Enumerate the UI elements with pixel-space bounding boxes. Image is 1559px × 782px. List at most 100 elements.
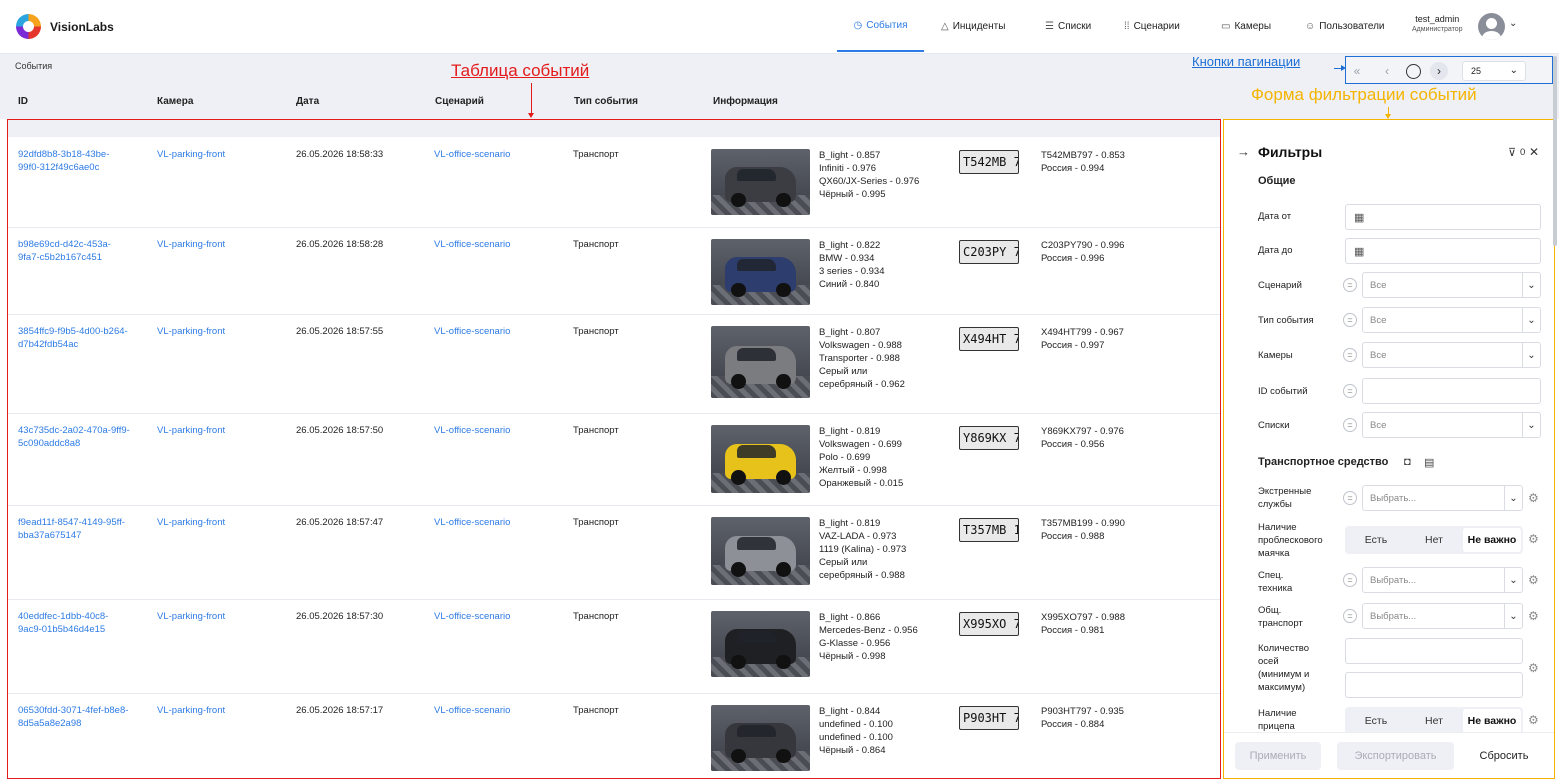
camera-link[interactable]: VL-parking-front	[157, 516, 225, 529]
avatar[interactable]	[1478, 13, 1505, 40]
user-info[interactable]: test_admin Администратор	[1412, 14, 1463, 33]
table-row[interactable]: 40eddfec-1dbb-40c8-9ac9-01b5b46d4e15 VL-p…	[8, 600, 1220, 694]
beacon-any-option[interactable]: Не важно	[1463, 528, 1521, 552]
axles-min-field[interactable]	[1345, 638, 1523, 664]
axles-max-field[interactable]	[1345, 672, 1523, 698]
nav-lists[interactable]: ☰ Списки	[1045, 0, 1091, 52]
scenario-link[interactable]: VL-office-scenario	[434, 610, 510, 623]
table-row[interactable]: b98e69cd-d42c-453a-9fa7-c5b2b167c451 VL-p…	[8, 228, 1220, 315]
operator-equals-icon[interactable]: =	[1343, 384, 1357, 398]
plate-image[interactable]: C203PY 790	[959, 240, 1019, 264]
current-page-indicator[interactable]	[1406, 64, 1421, 79]
scenario-link[interactable]: VL-office-scenario	[434, 325, 510, 338]
scenario-link[interactable]: VL-office-scenario	[434, 704, 510, 717]
table-row[interactable]: 06530fdd-3071-4fef-b8e8-8d5a5a8e2a98 VL-p…	[8, 694, 1220, 778]
emergency-select[interactable]: Выбрать... ⌄	[1362, 485, 1523, 511]
table-row[interactable]: f9ead11f-8547-4149-95ff-bba37a675147 VL-p…	[8, 506, 1220, 600]
nav-incidents[interactable]: △ Инциденты	[941, 0, 1005, 52]
operator-equals-icon[interactable]: =	[1343, 609, 1357, 623]
vehicle-image[interactable]	[711, 611, 810, 677]
lists-select[interactable]: Все ⌄	[1362, 412, 1541, 438]
operator-equals-icon[interactable]: =	[1343, 348, 1357, 362]
gear-icon[interactable]: ⚙	[1528, 610, 1540, 622]
scenario-link[interactable]: VL-office-scenario	[434, 238, 510, 251]
page-scrollbar[interactable]	[1553, 56, 1557, 246]
date-to-field[interactable]: ▦	[1345, 238, 1541, 264]
event-id-link[interactable]: 3854ffc9-f9b5-4d00-b264-d7b42fdb54ac	[18, 325, 130, 351]
gear-icon[interactable]: ⚙	[1528, 533, 1540, 545]
event-id-link[interactable]: b98e69cd-d42c-453a-9fa7-c5b2b167c451	[18, 238, 130, 264]
event-id-link[interactable]: 40eddfec-1dbb-40c8-9ac9-01b5b46d4e15	[18, 610, 130, 636]
plate-image[interactable]: P903HT 797	[959, 706, 1019, 730]
scenario-link[interactable]: VL-office-scenario	[434, 148, 510, 161]
nav-scenarios[interactable]: ⁞⁞ Сценарии	[1124, 0, 1180, 52]
column-header-id[interactable]: ID	[18, 96, 28, 107]
reset-button[interactable]: Сбросить	[1469, 742, 1539, 770]
scenario-link[interactable]: VL-office-scenario	[434, 424, 510, 437]
plate-image[interactable]: Y869KX 797	[959, 426, 1019, 450]
vehicle-image[interactable]	[711, 239, 810, 305]
breadcrumb[interactable]: События	[15, 61, 52, 71]
scenario-link[interactable]: VL-office-scenario	[434, 516, 510, 529]
operator-equals-icon[interactable]: =	[1343, 313, 1357, 327]
plate-image[interactable]: T542MB 799	[959, 150, 1019, 174]
event-ids-field[interactable]	[1362, 378, 1541, 404]
camera-link[interactable]: VL-parking-front	[157, 610, 225, 623]
plate-image[interactable]: X995XO 797	[959, 612, 1019, 636]
operator-equals-icon[interactable]: =	[1343, 278, 1357, 292]
event-type-select[interactable]: Все ⌄	[1362, 307, 1541, 333]
event-id-link[interactable]: 06530fdd-3071-4fef-b8e8-8d5a5a8e2a98	[18, 704, 130, 730]
camera-icon[interactable]: ◘	[1404, 456, 1411, 468]
public-transport-select[interactable]: Выбрать... ⌄	[1362, 603, 1523, 629]
operator-equals-icon[interactable]: =	[1343, 491, 1357, 505]
beacon-yes-option[interactable]: Есть	[1347, 528, 1405, 552]
gear-icon[interactable]: ⚙	[1528, 574, 1540, 586]
camera-link[interactable]: VL-parking-front	[157, 704, 225, 717]
beacon-no-option[interactable]: Нет	[1405, 528, 1463, 552]
apply-button[interactable]: Применить	[1235, 742, 1321, 770]
export-button[interactable]: Экспортировать	[1337, 742, 1454, 770]
page-size-select[interactable]: 25 ⌄	[1462, 61, 1526, 81]
column-header-date[interactable]: Дата	[296, 96, 319, 107]
close-icon[interactable]: ✕	[1529, 145, 1539, 159]
prev-page-icon[interactable]: ‹	[1378, 62, 1396, 80]
table-row[interactable]: 92dfd8b8-3b18-43be-99f0-312f49c6ae0c VL-p…	[8, 138, 1220, 228]
camera-link[interactable]: VL-parking-front	[157, 424, 225, 437]
arrow-right-icon[interactable]: →	[1237, 144, 1250, 159]
next-page-icon[interactable]: ›	[1430, 62, 1448, 80]
table-row[interactable]: 3854ffc9-f9b5-4d00-b264-d7b42fdb54ac VL-p…	[8, 315, 1220, 414]
scenario-select[interactable]: Все ⌄	[1362, 272, 1541, 298]
nav-cameras[interactable]: ▭ Камеры	[1221, 0, 1271, 52]
gear-icon[interactable]: ⚙	[1528, 492, 1540, 504]
plate-image[interactable]: T357MB 199	[959, 518, 1019, 542]
vehicle-image[interactable]	[711, 517, 810, 585]
cameras-select[interactable]: Все ⌄	[1362, 342, 1541, 368]
event-id-link[interactable]: 43c735dc-2a02-470a-9ff9-5c090addc8a8	[18, 424, 130, 450]
table-row[interactable]: 43c735dc-2a02-470a-9ff9-5c090addc8a8 VL-p…	[8, 414, 1220, 506]
camera-link[interactable]: VL-parking-front	[157, 148, 225, 161]
trailer-yes-option[interactable]: Есть	[1347, 709, 1405, 733]
column-header-camera[interactable]: Камера	[157, 96, 193, 107]
camera-link[interactable]: VL-parking-front	[157, 325, 225, 338]
date-from-field[interactable]: ▦	[1345, 204, 1541, 230]
nav-users[interactable]: ☺ Пользователи	[1305, 0, 1385, 52]
first-page-icon[interactable]: «	[1348, 62, 1366, 80]
column-header-event-type[interactable]: Тип события	[574, 96, 638, 107]
trailer-any-option[interactable]: Не важно	[1463, 709, 1521, 733]
plate-image[interactable]: X494HT 799	[959, 327, 1019, 351]
chevron-down-icon[interactable]: ⌄	[1509, 18, 1517, 29]
camera-link[interactable]: VL-parking-front	[157, 238, 225, 251]
document-icon[interactable]: ▤	[1424, 456, 1434, 469]
gear-icon[interactable]: ⚙	[1528, 662, 1540, 674]
vehicle-image[interactable]	[711, 149, 810, 215]
gear-icon[interactable]: ⚙	[1528, 714, 1540, 726]
nav-events[interactable]: ◷ События	[837, 0, 924, 52]
event-id-link[interactable]: f9ead11f-8547-4149-95ff-bba37a675147	[18, 516, 130, 542]
vehicle-image[interactable]	[711, 425, 810, 493]
vehicle-image[interactable]	[711, 705, 810, 771]
operator-equals-icon[interactable]: =	[1343, 418, 1357, 432]
operator-equals-icon[interactable]: =	[1343, 573, 1357, 587]
column-header-info[interactable]: Информация	[713, 96, 778, 107]
logo[interactable]: VisionLabs	[16, 14, 114, 39]
trailer-no-option[interactable]: Нет	[1405, 709, 1463, 733]
